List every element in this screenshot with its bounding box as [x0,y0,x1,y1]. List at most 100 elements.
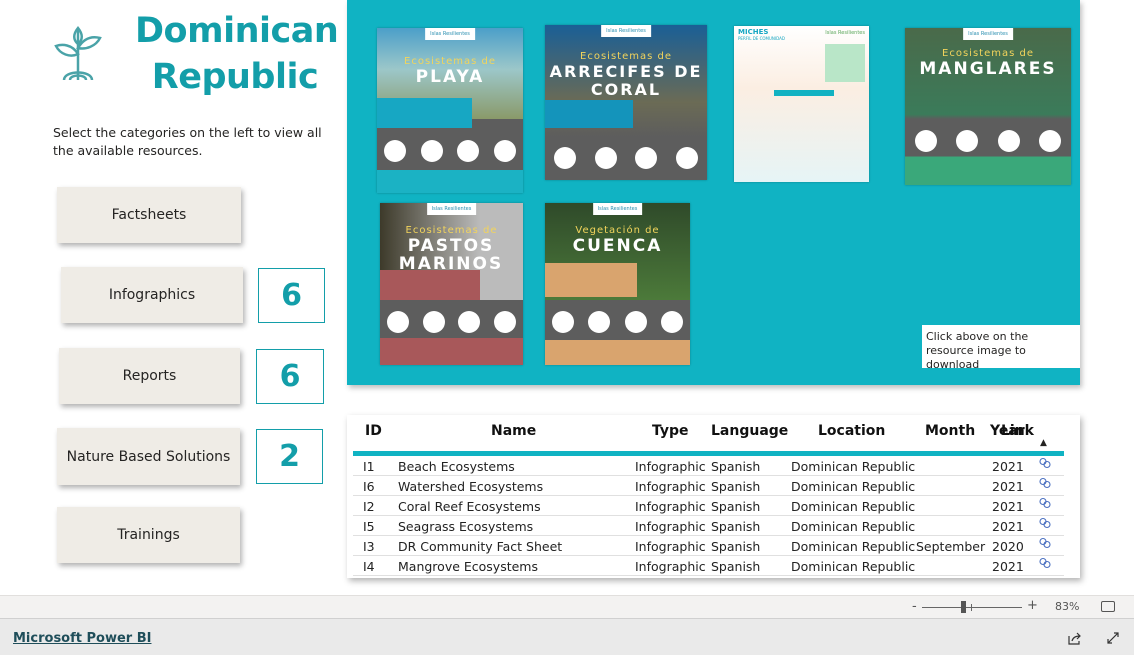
share-icon[interactable] [1068,631,1082,645]
cell-type: Infographic [635,519,706,534]
table-row: I4 Mangrove Ecosystems Infographic Spanish D… [353,556,1064,576]
fullscreen-icon[interactable] [1106,631,1120,645]
infographics-button[interactable]: Infographics [61,267,243,323]
cell-language: Spanish [711,559,761,574]
thumbnail-miches-factsheet[interactable]: MICHES PERFIL DE COMUNIDAD Islas Resilie… [734,26,869,182]
cell-id: I1 [363,459,375,474]
cell-location: Dominican Republic [791,479,916,494]
thumb-logo: Islas Resilientes [426,203,477,215]
thumb-title: PLAYA [415,67,485,87]
thumb-logo: Islas Resilientes [601,25,651,37]
zoom-level: 83% [1055,600,1080,613]
cell-year: 2020 [992,539,1024,554]
thumb-subtitle: Ecosistemas de [580,51,672,62]
trainings-button[interactable]: Trainings [57,507,240,563]
thumbnail-cuenca[interactable]: Islas Resilientes Vegetación de CUENCA [545,203,690,365]
cell-id: I2 [363,499,375,514]
cell-id: I4 [363,559,375,574]
resources-table: ID Name Type Language Location Month Yea… [347,415,1080,578]
cell-type: Infographic [635,559,706,574]
page-title: Dominican Republic [135,11,339,97]
cell-id: I5 [363,519,375,534]
table-row: I3 DR Community Fact Sheet Infographic Span… [353,536,1064,556]
col-location[interactable]: Location [818,423,885,439]
thumbnail-manglares[interactable]: Islas Resilientes Ecosistemas de MANGLAR… [905,28,1071,185]
nature-based-solutions-button[interactable]: Nature Based Solutions [57,428,240,485]
thumb-title: MANGLARES [919,59,1057,79]
cell-language: Spanish [711,479,761,494]
thumbnail-playa[interactable]: Islas Resilientes Ecosistemas de PLAYA [377,28,523,193]
zoom-in-button[interactable]: + [1027,598,1038,613]
cell-name: DR Community Fact Sheet [398,539,563,554]
zoom-slider-midmark [971,604,972,611]
cell-location: Dominican Republic [791,499,916,514]
factsheets-button[interactable]: Factsheets [57,187,241,243]
cell-id: I6 [363,479,375,494]
thumb-title: MICHES [738,28,769,36]
cell-language: Spanish [711,539,761,554]
cell-year: 2021 [992,519,1024,534]
table-row: I2 Coral Reef Ecosystems Infographic Spanis… [353,496,1064,516]
col-language[interactable]: Language [711,423,788,439]
zoom-out-button[interactable]: - [912,599,917,614]
cell-month: September [916,539,986,554]
cell-name: Watershed Ecosystems [398,479,544,494]
cell-year: 2021 [992,459,1024,474]
cell-name: Coral Reef Ecosystems [398,499,541,514]
thumb-title: CUENCA [572,236,663,256]
cell-location: Dominican Republic [791,559,916,574]
table-row: I6 Watershed Ecosystems Infographic Spanish… [353,476,1064,496]
thumbnail-pastos-marinos[interactable]: Islas Resilientes Ecosistemas de PASTOS … [380,203,523,365]
cell-id: I3 [363,539,375,554]
thumb-title: ARRECIFES DE CORAL [549,62,703,99]
cell-name: Mangrove Ecosystems [398,559,538,574]
reports-button[interactable]: Reports [59,348,240,404]
power-bi-link[interactable]: Microsoft Power BI [13,631,151,646]
cell-name: Beach Ecosystems [398,459,515,474]
col-type[interactable]: Type [652,423,689,439]
cell-location: Dominican Republic [791,519,916,534]
download-hint: Click above on the resource image to dow… [922,325,1080,371]
cell-language: Spanish [711,459,761,474]
plant-logo-icon [54,26,102,81]
table-row: I5 Seagrass Ecosystems Infographic Spanish D… [353,516,1064,536]
thumb-logo: Islas Resilientes [825,30,865,36]
cell-type: Infographic [635,539,706,554]
infographics-count: 6 [258,268,325,323]
thumb-subtitle: Vegetación de [575,225,660,236]
zoom-slider-handle[interactable] [960,601,966,613]
col-month[interactable]: Month [925,423,975,439]
zoom-slider[interactable] [922,607,1022,608]
fit-to-page-icon[interactable] [1101,601,1115,612]
thumb-logo: Islas Resilientes [425,28,475,40]
cell-location: Dominican Republic [791,539,916,554]
cell-type: Infographic [635,459,706,474]
table-row: I1 Beach Ecosystems Infographic Spanish Domi… [353,456,1064,476]
cell-type: Infographic [635,499,706,514]
thumb-subtitle: Ecosistemas de [942,48,1034,59]
thumb-subtitle: Ecosistemas de [404,56,496,67]
nbs-count: 2 [256,429,323,484]
link-icon[interactable] [1038,497,1052,512]
cell-name: Seagrass Ecosystems [398,519,534,534]
link-icon[interactable] [1038,477,1052,492]
cell-year: 2021 [992,499,1024,514]
thumb-subtitle: PERFIL DE COMUNIDAD [738,36,785,41]
sort-ascending-icon[interactable]: ▲ [1040,438,1047,448]
cell-year: 2021 [992,559,1024,574]
instructions: Select the categories on the left to vie… [53,125,322,158]
thumbnail-arrecifes[interactable]: Islas Resilientes Ecosistemas de ARRECIF… [545,25,707,180]
link-icon[interactable] [1038,457,1052,472]
cell-language: Spanish [711,499,761,514]
cell-year: 2021 [992,479,1024,494]
thumb-title: PASTOS MARINOS [398,236,504,274]
col-name[interactable]: Name [491,423,536,439]
cell-location: Dominican Republic [791,459,916,474]
reports-count: 6 [256,349,324,404]
link-icon[interactable] [1038,517,1052,532]
link-icon[interactable] [1038,557,1052,572]
link-icon[interactable] [1038,537,1052,552]
cell-type: Infographic [635,479,706,494]
thumb-logo: Islas Resilientes [592,203,643,215]
col-id[interactable]: ID [365,423,382,439]
